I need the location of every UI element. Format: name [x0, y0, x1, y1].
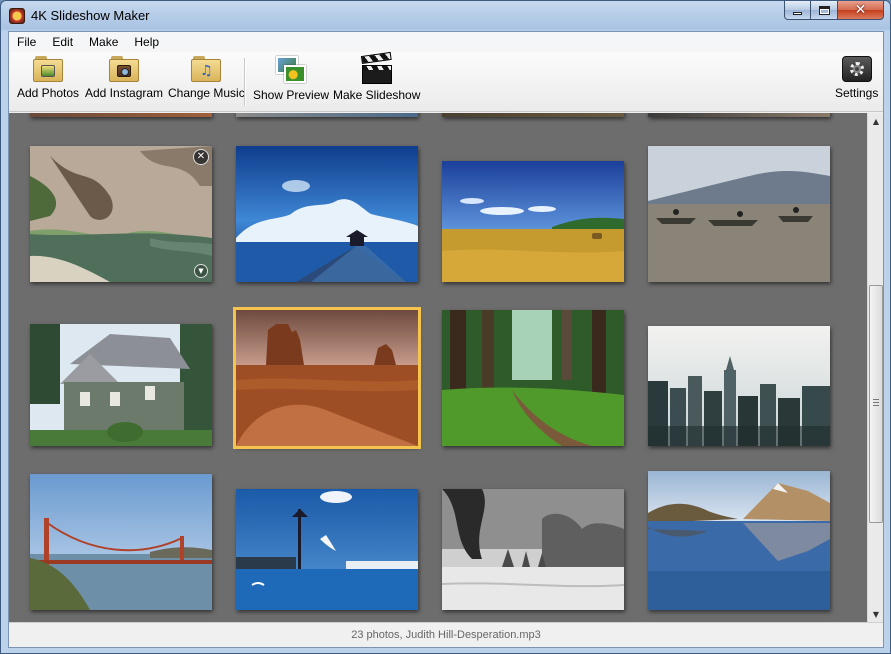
minimize-icon: [793, 11, 802, 15]
window-controls: ✕: [784, 1, 884, 21]
photo-thumbnail[interactable]: [442, 161, 624, 282]
photo-thumbnail-partial[interactable]: [236, 113, 418, 117]
photo-pier-under-blue-sky: [236, 146, 418, 282]
vertical-scrollbar[interactable]: ▲ ▼: [867, 113, 883, 622]
photo-boats-on-lake: [648, 146, 830, 282]
photo-forest-path: [442, 310, 624, 446]
settings-button[interactable]: Settings: [835, 56, 878, 100]
title-bar[interactable]: 4K Slideshow Maker ✕: [1, 1, 890, 31]
status-bar: 23 photos, Judith Hill-Desperation.mp3: [9, 622, 883, 647]
photo-thumbnail[interactable]: [30, 324, 212, 446]
add-photos-label: Add Photos: [17, 86, 80, 100]
photo-thumbnail[interactable]: [442, 310, 624, 446]
show-preview-label: Show Preview: [253, 88, 330, 102]
photo-thumbnail[interactable]: ✕ ▼: [30, 146, 212, 282]
add-instagram-label: Add Instagram: [85, 86, 164, 100]
photo-folder-icon: [33, 56, 64, 82]
status-text: 23 photos, Judith Hill-Desperation.mp3: [351, 629, 541, 641]
instagram-folder-icon: [109, 56, 140, 82]
remove-photo-button[interactable]: ✕: [193, 149, 209, 165]
photo-thumbnail-partial[interactable]: [30, 113, 212, 117]
scroll-down-button[interactable]: ▼: [868, 606, 884, 622]
window-title: 4K Slideshow Maker: [31, 8, 150, 23]
toolbar: Add Photos Add Instagram ♫ Change Music …: [9, 51, 883, 112]
settings-label: Settings: [835, 86, 879, 100]
photo-thumbnail[interactable]: [236, 146, 418, 282]
close-icon: ✕: [854, 2, 867, 18]
photo-grid[interactable]: ✕ ▼: [9, 113, 867, 622]
photo-thumbnail[interactable]: [648, 326, 830, 446]
minimize-button[interactable]: [784, 1, 811, 20]
add-instagram-button[interactable]: Add Instagram: [85, 56, 163, 100]
add-photos-button[interactable]: Add Photos: [17, 56, 79, 100]
arrow-down-icon: ▼: [872, 609, 880, 619]
photo-thumbnail[interactable]: [30, 474, 212, 610]
photo-thumbnail[interactable]: [648, 471, 830, 610]
photo-golden-wheat-field: [442, 161, 624, 282]
photo-thumbnail-selected[interactable]: [233, 307, 421, 449]
preview-photos-icon: [276, 56, 307, 84]
menu-bar: File Edit Make Help: [9, 32, 883, 52]
menu-file[interactable]: File: [9, 32, 44, 52]
show-preview-button[interactable]: Show Preview: [253, 56, 329, 102]
change-music-label: Change Music: [168, 86, 245, 100]
photo-thumbnail-partial[interactable]: [442, 113, 624, 117]
scrollbar-thumb[interactable]: [869, 285, 883, 523]
toolbar-separator: [244, 58, 245, 106]
close-button[interactable]: ✕: [838, 1, 884, 20]
menu-edit[interactable]: Edit: [44, 32, 81, 52]
menu-make[interactable]: Make: [81, 32, 126, 52]
maximize-icon: [818, 5, 830, 15]
scroll-up-button[interactable]: ▲: [868, 113, 884, 129]
photo-thumbnail[interactable]: [236, 489, 418, 610]
grip-icon: [873, 399, 879, 406]
clapperboard-icon: [360, 51, 392, 84]
photo-mountain-lake-reflection: [648, 471, 830, 610]
photo-desert-buttes: [236, 310, 418, 446]
music-folder-icon: ♫: [191, 56, 222, 82]
make-slideshow-button[interactable]: Make Slideshow: [333, 51, 421, 102]
photo-golden-gate-bridge: [30, 474, 212, 610]
settings-gear-icon: [841, 56, 872, 82]
photo-wooden-house: [30, 324, 212, 446]
maximize-button[interactable]: [811, 1, 838, 20]
menu-help[interactable]: Help: [126, 32, 167, 52]
photo-thumbnail-partial[interactable]: [648, 113, 830, 117]
photo-harbor-with-seagull: [236, 489, 418, 610]
photo-thumbnail[interactable]: [648, 146, 830, 282]
app-icon: [9, 8, 25, 24]
photo-snowy-trees: [442, 489, 624, 610]
client-area: File Edit Make Help Add Photos Add Insta…: [8, 31, 884, 648]
app-window: 4K Slideshow Maker ✕ File Edit Make Help…: [0, 0, 891, 654]
photo-rocky-cliff-lagoon: [30, 146, 212, 282]
photo-city-skyline: [648, 326, 830, 446]
photo-thumbnail[interactable]: [442, 489, 624, 610]
change-music-button[interactable]: ♫ Change Music: [168, 56, 245, 100]
arrow-up-icon: ▲: [872, 116, 880, 126]
make-slideshow-label: Make Slideshow: [333, 88, 421, 102]
photo-options-button[interactable]: ▼: [194, 264, 208, 278]
